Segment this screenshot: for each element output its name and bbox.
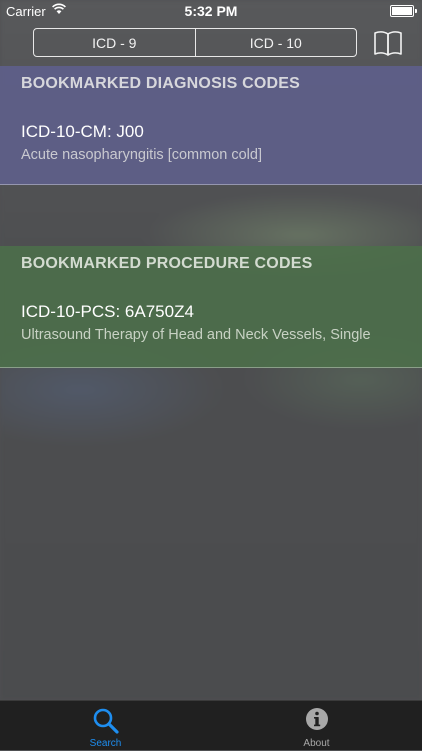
tab-bar: Search About (0, 700, 422, 750)
diagnosis-description: Acute nasopharyngitis [common cold] (21, 147, 262, 163)
bookmarked-procedure-section: BOOKMARKED PROCEDURE CODES ICD-10-PCS: 6… (0, 246, 422, 368)
tab-about[interactable]: About (211, 701, 422, 751)
navigation-bar: ICD - 9 ICD - 10 (0, 22, 422, 66)
info-icon (305, 708, 328, 730)
tab-about-label: About (303, 738, 330, 749)
segment-icd-9[interactable]: ICD - 9 (34, 29, 195, 56)
status-bar: Carrier 5:32 PM (0, 0, 422, 22)
book-icon[interactable] (373, 29, 403, 57)
bookmarked-diagnosis-section: BOOKMARKED DIAGNOSIS CODES ICD-10-CM: J0… (0, 66, 422, 185)
search-icon (93, 708, 119, 734)
procedure-code: ICD-10-PCS: 6A750Z4 (21, 302, 194, 321)
diagnosis-code: ICD-10-CM: J00 (21, 122, 144, 141)
diagnosis-section-header: BOOKMARKED DIAGNOSIS CODES (21, 75, 300, 92)
procedure-description: Ultrasound Therapy of Head and Neck Vess… (21, 327, 371, 343)
battery-icon (390, 5, 417, 17)
procedure-section-header: BOOKMARKED PROCEDURE CODES (21, 255, 313, 272)
tab-search-label: Search (89, 738, 122, 749)
clock: 5:32 PM (184, 3, 238, 19)
code-set-segmented-control: ICD - 9 ICD - 10 (33, 28, 357, 57)
segment-icd-10[interactable]: ICD - 10 (194, 29, 357, 56)
tab-search[interactable]: Search (0, 701, 211, 751)
